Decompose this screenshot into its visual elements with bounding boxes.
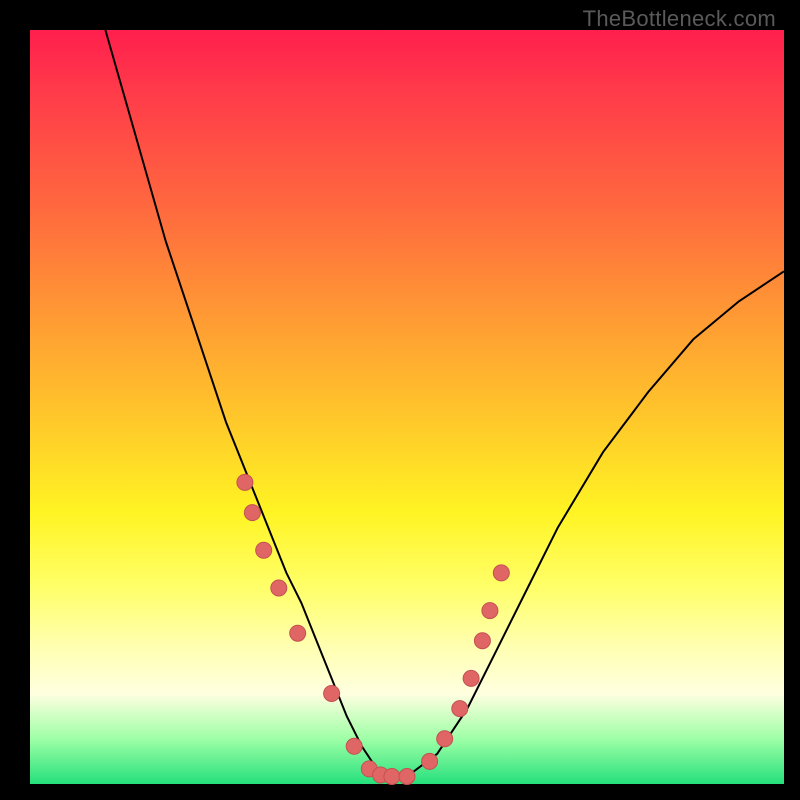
chart-svg (30, 30, 784, 784)
attribution-text: TheBottleneck.com (583, 6, 776, 32)
marker-dot (324, 686, 340, 702)
marker-dot (452, 701, 468, 717)
marker-dot (437, 731, 453, 747)
marker-dot (422, 753, 438, 769)
marker-dot (256, 542, 272, 558)
marker-dot (244, 505, 260, 521)
marker-dot (384, 769, 400, 785)
marker-group (237, 474, 509, 784)
marker-dot (463, 670, 479, 686)
plot-area (30, 30, 784, 784)
marker-dot (482, 603, 498, 619)
curve-line (105, 30, 784, 777)
marker-dot (474, 633, 490, 649)
marker-dot (237, 474, 253, 490)
marker-dot (290, 625, 306, 641)
marker-dot (399, 769, 415, 785)
marker-dot (493, 565, 509, 581)
marker-dot (271, 580, 287, 596)
marker-dot (346, 738, 362, 754)
